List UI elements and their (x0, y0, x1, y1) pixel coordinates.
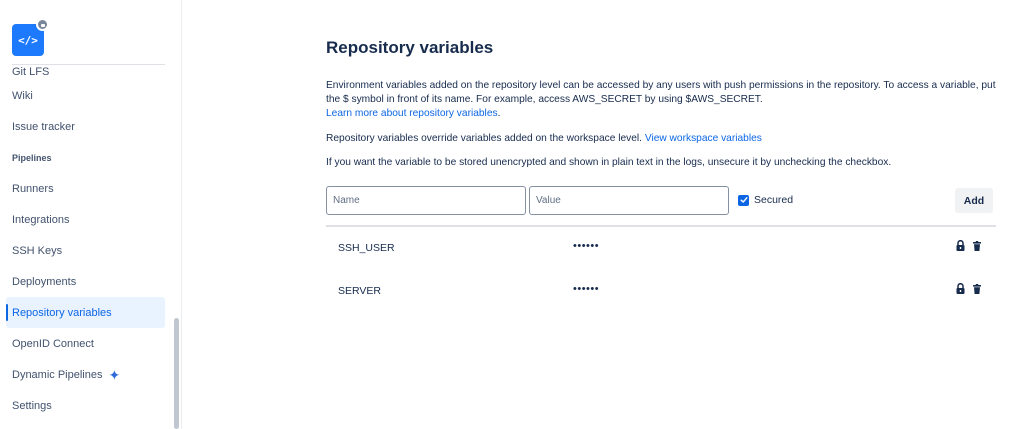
sidebar: </> Git LFS Wiki Issue tracker Pipelines… (0, 0, 182, 429)
sidebar-item-settings[interactable]: Settings (6, 390, 165, 421)
add-variable-form: Secured Add (326, 186, 996, 216)
secured-checkbox[interactable]: Secured (738, 194, 793, 206)
sidebar-item-runners[interactable]: Runners (6, 173, 165, 204)
description-text: Repository variables override variables … (326, 133, 642, 144)
description-override: Repository variables override variables … (326, 132, 996, 146)
trash-icon[interactable] (973, 240, 981, 251)
trash-icon[interactable] (973, 283, 981, 294)
description-unsecure: If you want the variable to be stored un… (326, 157, 892, 168)
sidebar-item-label: OpenID Connect (12, 337, 94, 350)
sidebar-item-label: Wiki (12, 89, 33, 102)
description-text: Environment variables added on the repos… (326, 80, 996, 105)
sidebar-item-label: Repository variables (12, 306, 112, 319)
sidebar-item-wiki[interactable]: Wiki (6, 80, 165, 111)
sidebar-item-integrations[interactable]: Integrations (6, 204, 165, 235)
sidebar-item-deployments[interactable]: Deployments (6, 266, 165, 297)
sidebar-section-pipelines: Pipelines (12, 152, 52, 163)
sidebar-item-label: Issue tracker (12, 120, 75, 133)
sidebar-item-label: Settings (12, 399, 52, 412)
sidebar-nav: Git LFS Wiki Issue tracker Pipelines Run… (6, 60, 165, 421)
sidebar-item-label: Deployments (12, 275, 77, 288)
sidebar-scrollbar[interactable] (174, 318, 179, 429)
sidebar-item-label: SSH Keys (12, 244, 63, 257)
sidebar-item-label: Integrations (12, 213, 70, 226)
table-row: SERVER •••••• (326, 271, 996, 311)
variables-table-divider (326, 225, 996, 227)
variable-name: SSH_USER (338, 242, 395, 254)
row-actions (956, 240, 981, 251)
variable-value: •••••• (573, 283, 600, 295)
variable-name-input[interactable] (326, 186, 526, 215)
sidebar-item-label: Dynamic Pipelines (12, 368, 103, 381)
learn-more-link[interactable]: Learn more about repository variables (326, 108, 498, 119)
variable-value-input[interactable] (529, 186, 729, 215)
sidebar-item-dynamic-pipelines[interactable]: Dynamic Pipelines ✦ (6, 359, 165, 390)
table-row: SSH_USER •••••• (326, 228, 996, 268)
check-icon[interactable] (738, 194, 749, 206)
repository-avatar[interactable]: </> (12, 18, 49, 56)
description-access: Environment variables added on the repos… (326, 80, 996, 119)
sidebar-item-label: Git LFS (12, 66, 50, 78)
lock-icon[interactable] (956, 240, 965, 251)
sidebar-item-repository-variables[interactable]: Repository variables (6, 297, 165, 328)
sidebar-item-label: Runners (12, 182, 54, 195)
row-actions (956, 283, 981, 294)
sidebar-item-ssh-keys[interactable]: SSH Keys (6, 235, 165, 266)
lock-icon[interactable] (956, 283, 965, 294)
lock-badge-icon (36, 18, 49, 31)
variable-value: •••••• (573, 240, 600, 252)
page-title: Repository variables (326, 38, 494, 57)
variable-name: SERVER (338, 285, 381, 297)
secured-label: Secured (754, 194, 794, 206)
sidebar-item-openid-connect[interactable]: OpenID Connect (6, 328, 165, 359)
view-workspace-variables-link[interactable]: View workspace variables (645, 133, 762, 144)
sidebar-item-issue-tracker[interactable]: Issue tracker (6, 111, 165, 142)
sidebar-item-git-lfs[interactable]: Git LFS (6, 60, 165, 80)
add-variable-button[interactable]: Add (955, 188, 993, 213)
sparkle-icon: ✦ (108, 366, 121, 383)
